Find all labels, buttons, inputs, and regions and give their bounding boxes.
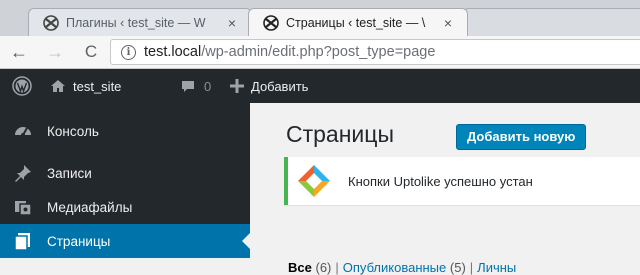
new-tab-button[interactable] xyxy=(462,8,640,36)
tab-title: Плагины ‹ test_site — W xyxy=(66,15,206,30)
url-path: /wp-admin/edit.php?post_type=page xyxy=(201,44,436,60)
close-icon[interactable]: × xyxy=(223,15,241,31)
forward-button[interactable]: → xyxy=(44,41,66,63)
pushpin-icon xyxy=(13,163,33,183)
sidebar-item-label: Страницы xyxy=(47,233,111,249)
filter-all-count: (6) xyxy=(315,260,332,275)
media-icon xyxy=(13,197,33,217)
wp-admin-bar: test_site 0 Добавить xyxy=(0,69,640,103)
info-icon[interactable]: i xyxy=(121,44,136,60)
close-icon[interactable]: × xyxy=(439,15,457,31)
uptolike-logo-icon xyxy=(298,165,330,197)
main-content: Страницы Добавить новую Кнопки Uptolike … xyxy=(250,103,640,275)
sidebar-item-media[interactable]: Медиафайлы xyxy=(0,190,250,224)
filter-published[interactable]: Опубликованные (5) xyxy=(343,260,466,275)
tab-title: Страницы ‹ test_site — \ xyxy=(286,15,426,30)
filter-all-label: Все xyxy=(288,260,312,275)
status-filter-links: Все (6) | Опубликованные (5) | Личны xyxy=(288,260,516,275)
pages-icon xyxy=(13,231,33,251)
browser-tabstrip: Плагины ‹ test_site — W × Страницы ‹ tes… xyxy=(0,0,640,36)
filter-private[interactable]: Личны xyxy=(477,260,516,275)
sidebar-item-label: Записи xyxy=(47,165,92,181)
sidebar-item-posts[interactable]: Записи xyxy=(0,156,250,190)
filter-separator: | xyxy=(335,260,339,275)
filter-published-label: Опубликованные xyxy=(342,260,447,275)
sidebar-item-label: Медиафайлы xyxy=(47,199,133,215)
plus-icon xyxy=(230,79,244,93)
url-host: test.local xyxy=(144,44,202,60)
success-notice: Кнопки Uptolike успешно устан xyxy=(284,157,640,205)
wp-logo-menu[interactable] xyxy=(12,69,32,103)
home-icon xyxy=(51,80,65,92)
dashboard-icon xyxy=(13,121,33,141)
comments-count: 0 xyxy=(204,78,212,94)
address-bar[interactable]: i test.local/wp-admin/edit.php?post_type… xyxy=(110,39,640,65)
new-content-label: Добавить xyxy=(251,78,309,94)
browser-toolbar: ← → C i test.local/wp-admin/edit.php?pos… xyxy=(0,36,640,69)
add-new-page-button[interactable]: Добавить новую xyxy=(456,124,587,150)
wordpress-logo-icon xyxy=(12,76,32,96)
filter-separator: | xyxy=(469,260,474,275)
site-name-link[interactable]: test_site xyxy=(50,69,121,103)
reload-button[interactable]: C xyxy=(80,41,102,63)
sidebar-item-label: Консоль xyxy=(47,123,99,139)
new-content-menu[interactable]: Добавить xyxy=(230,69,308,103)
tab-plugins[interactable]: Плагины ‹ test_site — W × xyxy=(28,8,252,36)
admin-sidebar: Консоль Записи Медиафайлы Страницы xyxy=(0,103,250,258)
notice-message: Кнопки Uptolike успешно устан xyxy=(348,173,533,189)
sidebar-item-pages[interactable]: Страницы xyxy=(0,224,250,258)
site-name: test_site xyxy=(73,78,122,94)
wordpress-favicon-icon xyxy=(43,14,59,31)
comment-icon xyxy=(182,81,194,92)
page-title: Страницы xyxy=(286,121,394,147)
tab-pages[interactable]: Страницы ‹ test_site — \ × xyxy=(248,8,468,36)
back-button[interactable]: ← xyxy=(8,41,30,63)
wordpress-favicon-icon xyxy=(263,14,279,31)
sidebar-item-dashboard[interactable]: Консоль xyxy=(0,114,250,148)
filter-published-count: (5) xyxy=(449,260,466,275)
comments-link[interactable]: 0 xyxy=(180,69,211,103)
filter-all[interactable]: Все (6) xyxy=(288,260,331,275)
